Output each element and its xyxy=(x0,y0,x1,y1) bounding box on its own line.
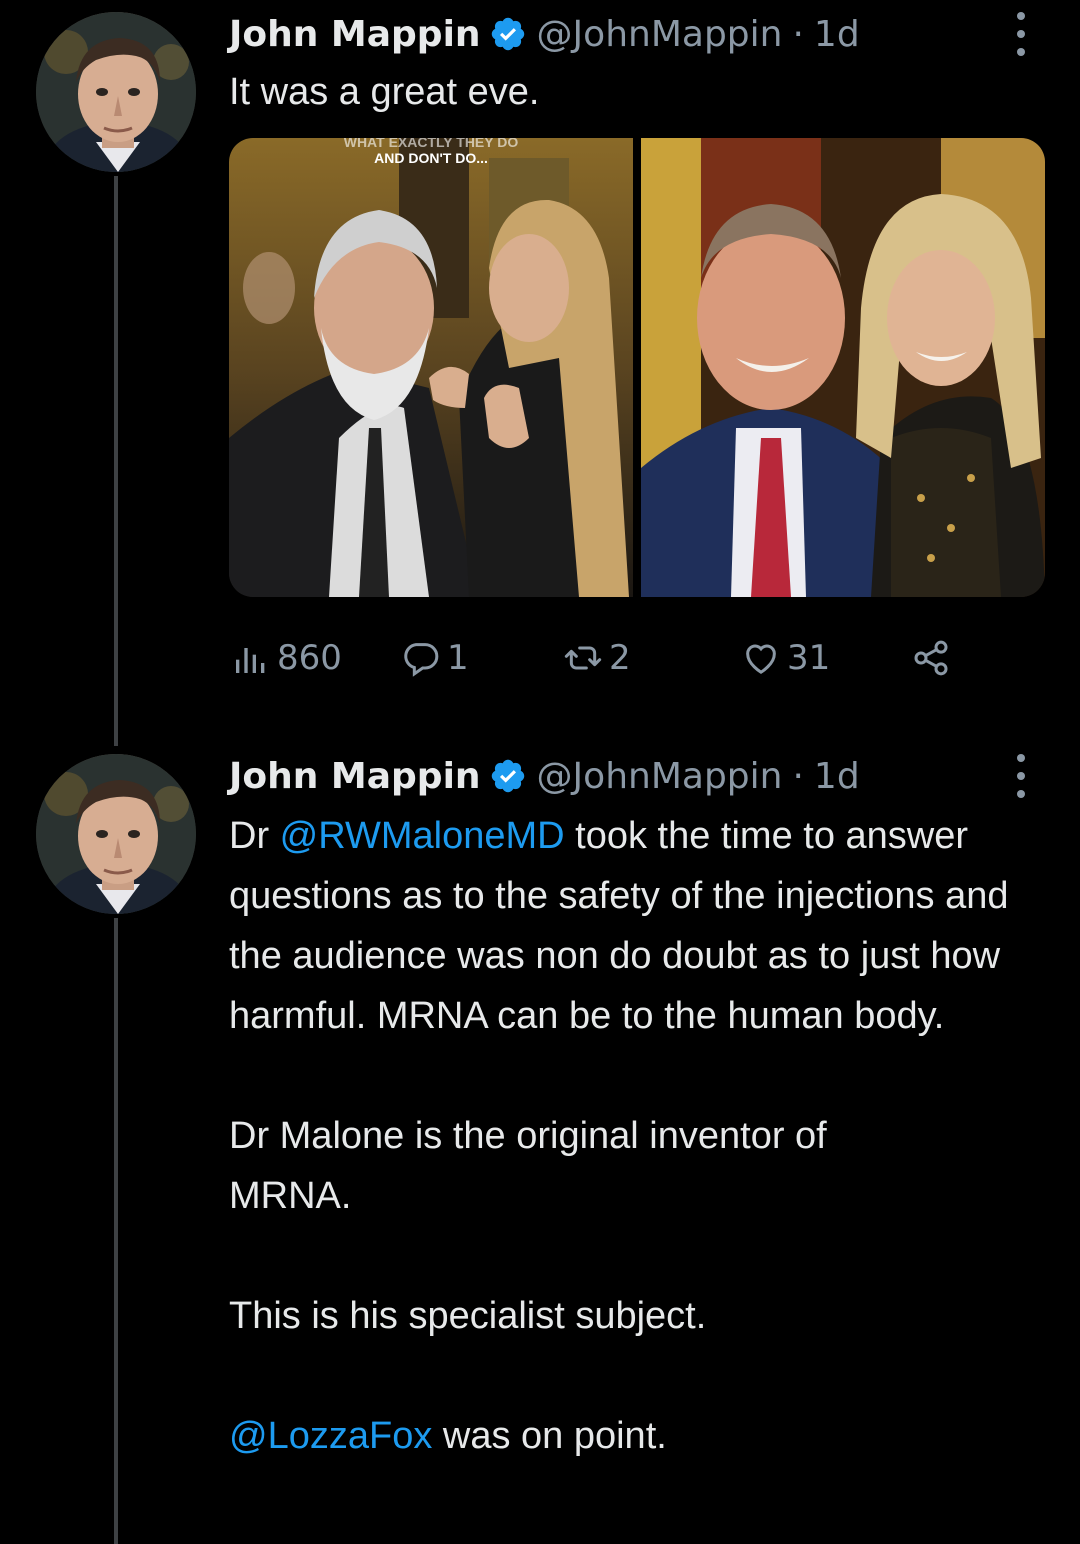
retweet-button[interactable]: 2 xyxy=(563,632,631,684)
more-icon[interactable] xyxy=(1008,8,1034,60)
tweet-paragraph-1: Dr @RWMaloneMD took the time to answer q… xyxy=(229,806,1049,1046)
photo-caption-bottom: AND DON'T DO... xyxy=(374,150,488,166)
tweet-text: Dr @RWMaloneMD took the time to answer q… xyxy=(229,806,1049,1466)
retweet-icon xyxy=(564,646,602,670)
media-grid[interactable]: WHAT EXACTLY THEY DO AND DON'T DO... xyxy=(229,138,1045,597)
photo-right-image xyxy=(641,138,1045,597)
avatar[interactable] xyxy=(36,754,196,914)
separator: · xyxy=(792,13,804,55)
views-count: 860 xyxy=(277,638,342,678)
timestamp[interactable]: 1d xyxy=(814,14,860,55)
like-count: 31 xyxy=(787,638,831,678)
photo-caption-top: WHAT EXACTLY THEY DO xyxy=(343,138,519,150)
photo-left-image xyxy=(229,138,633,597)
views-icon xyxy=(236,648,265,673)
verified-badge-icon xyxy=(491,759,524,793)
tweet-header: John Mappin @JohnMappin · 1d xyxy=(229,6,860,62)
author-name[interactable]: John Mappin xyxy=(229,756,481,797)
tweet-paragraph-4: @LozzaFox was on point. xyxy=(229,1406,1049,1466)
paragraph-4-body: was on point. xyxy=(432,1415,667,1457)
tweet-text: It was a great eve. xyxy=(229,62,1049,122)
mention-link[interactable]: @LozzaFox xyxy=(229,1415,432,1457)
like-icon xyxy=(746,644,776,674)
more-icon[interactable] xyxy=(1008,750,1034,802)
verified-badge-icon xyxy=(491,17,524,51)
thread-line-bottom xyxy=(114,918,118,1544)
share-button[interactable] xyxy=(911,632,951,684)
reply-count: 1 xyxy=(447,638,469,678)
retweet-count: 2 xyxy=(609,638,631,678)
author-handle[interactable]: @JohnMappin xyxy=(537,756,783,797)
tweet-header: John Mappin @JohnMappin · 1d xyxy=(229,748,860,804)
author-name[interactable]: John Mappin xyxy=(229,14,481,55)
tweet-actions: 860 1 2 31 xyxy=(229,632,1009,684)
tweet-text-body: It was a great eve. xyxy=(229,71,540,113)
views-button[interactable]: 860 xyxy=(231,632,342,684)
thread-line-top xyxy=(114,176,118,746)
photo-caption: WHAT EXACTLY THEY DO AND DON'T DO... xyxy=(229,138,633,166)
tweet-paragraph-2: Dr Malone is the original inventor of MR… xyxy=(229,1115,827,1217)
avatar[interactable] xyxy=(36,12,196,172)
like-button[interactable]: 31 xyxy=(741,632,830,684)
photo-left[interactable]: WHAT EXACTLY THEY DO AND DON'T DO... xyxy=(229,138,633,597)
paragraph-1-prefix: Dr xyxy=(229,815,280,857)
avatar-image xyxy=(36,12,196,172)
reply-icon xyxy=(404,643,439,677)
separator: · xyxy=(792,755,804,797)
reply-button[interactable]: 1 xyxy=(401,632,469,684)
timestamp[interactable]: 1d xyxy=(814,756,860,797)
photo-right[interactable] xyxy=(641,138,1045,597)
author-handle[interactable]: @JohnMappin xyxy=(537,14,783,55)
share-icon xyxy=(914,640,948,676)
mention-link[interactable]: @RWMaloneMD xyxy=(280,815,565,857)
tweet-paragraph-3: This is his specialist subject. xyxy=(229,1295,707,1337)
avatar-image xyxy=(36,754,196,914)
